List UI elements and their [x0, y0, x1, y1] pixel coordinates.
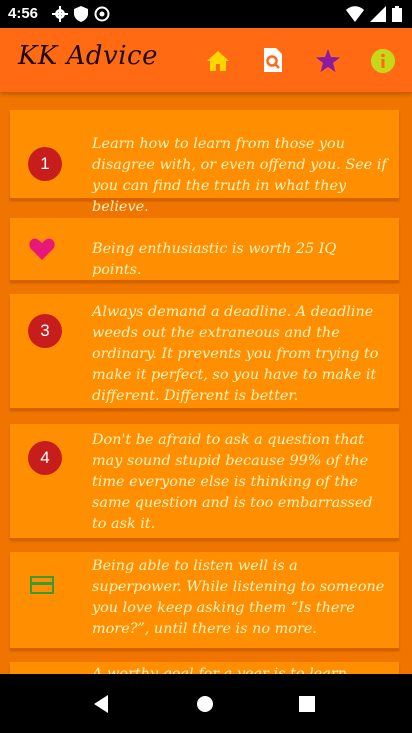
home-icon — [206, 50, 229, 71]
advice-card[interactable]: 4 Don't be afraid to ask a question that… — [10, 424, 399, 538]
status-bar: 4:56 — [0, 0, 412, 28]
search-icon — [263, 47, 282, 72]
back-button[interactable] — [90, 693, 112, 715]
recents-icon — [299, 696, 315, 712]
status-time: 4:56 — [8, 5, 39, 22]
advice-text: Being enthusiastic is worth 25 IQ points… — [92, 241, 337, 278]
advice-text: Learn how to learn from those you disagr… — [92, 136, 387, 215]
at-icon — [94, 6, 110, 22]
advice-number-badge: 3 — [28, 314, 62, 348]
advice-text: Being able to listen well is a superpowe… — [92, 558, 385, 637]
advice-card[interactable]: Being able to listen well is a superpowe… — [10, 552, 399, 648]
app-title: KK Advice — [18, 41, 158, 71]
shield-icon — [74, 6, 88, 22]
signal-icon — [370, 6, 386, 22]
advice-text: Don't be afraid to ask a question that m… — [92, 432, 373, 532]
advice-card[interactable]: Being enthusiastic is worth 25 IQ points… — [10, 218, 399, 280]
favorites-button[interactable] — [314, 47, 341, 74]
advice-card[interactable]: A worthy goal for a year is to learn — [10, 662, 399, 674]
advice-card[interactable]: 3 Always demand a deadline. A deadline w… — [10, 294, 399, 408]
advice-card[interactable]: 1 Learn how to learn from those you disa… — [10, 110, 399, 215]
battery-icon — [392, 6, 402, 22]
advice-number-badge: 4 — [28, 441, 62, 475]
search-button[interactable] — [259, 47, 286, 74]
home-nav-button[interactable] — [194, 693, 216, 715]
home-button[interactable] — [204, 47, 231, 74]
advice-number-badge: 1 — [28, 147, 62, 181]
info-icon — [370, 48, 395, 73]
info-button[interactable] — [369, 47, 396, 74]
star-icon — [315, 49, 340, 72]
recents-button[interactable] — [296, 693, 318, 715]
heart-icon — [28, 235, 56, 263]
wifi-icon — [346, 6, 364, 22]
navigation-bar — [0, 674, 412, 733]
back-icon — [94, 695, 108, 713]
card-icon — [28, 571, 56, 599]
app-bar: KK Advice — [0, 28, 412, 92]
home-circle-icon — [197, 696, 213, 712]
settings-icon — [52, 6, 68, 22]
advice-text: A worthy goal for a year is to learn — [92, 666, 347, 674]
advice-text: Always demand a deadline. A deadline wee… — [92, 304, 379, 404]
advice-list[interactable]: 1 Learn how to learn from those you disa… — [0, 92, 412, 674]
